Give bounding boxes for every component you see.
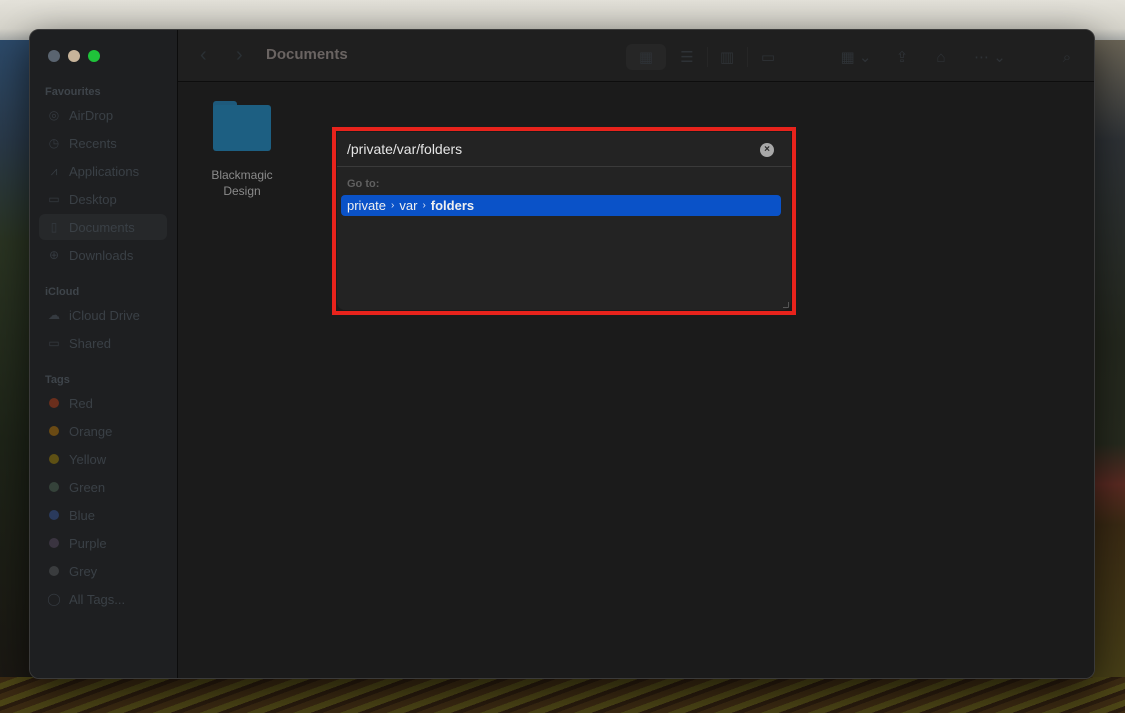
clock-icon: ◷ (48, 136, 60, 150)
sidebar-tag-green[interactable]: Green (39, 474, 167, 500)
sidebar-item-label: Recents (69, 135, 117, 151)
zoom-window-button[interactable] (88, 50, 100, 62)
tag-icon[interactable]: ⌂ (928, 44, 954, 70)
desktop-wallpaper-bottom (0, 677, 1125, 713)
traffic-lights (48, 50, 100, 62)
sidebar-tag-purple[interactable]: Purple (39, 530, 167, 556)
sidebar-item-label: Blue (69, 507, 96, 523)
folder-label: Blackmagic Design (206, 167, 278, 199)
document-icon: ▯ (50, 220, 58, 234)
minimize-window-button[interactable] (68, 50, 80, 62)
sidebar-item-label: AirDrop (69, 107, 114, 123)
tag-grey-dot-icon (49, 566, 59, 576)
tag-blue-dot-icon (49, 510, 59, 520)
folder-label-line: Design (223, 184, 261, 198)
sidebar-item-label: Orange (69, 423, 113, 439)
airdrop-icon: ◎ (48, 108, 60, 122)
folder-label-line: Blackmagic (211, 168, 273, 182)
sidebar-item-label: Applications (69, 163, 140, 179)
sidebar-tag-grey[interactable]: Grey (39, 558, 167, 584)
sidebar-section-favourites: Favourites (45, 86, 101, 98)
forward-chevron-icon[interactable]: › (236, 44, 243, 67)
go-to-suggestion-row[interactable]: private › var › folders (341, 195, 781, 216)
sidebar: Favourites ◎ AirDrop ◷ Recents ⩘ Applica… (30, 30, 178, 678)
sidebar-item-label: Downloads (69, 247, 134, 263)
sidebar-item-label: Purple (69, 535, 107, 551)
toolbar-divider (707, 47, 708, 67)
column-view-button[interactable]: ▥ (714, 44, 740, 70)
sidebar-item-downloads[interactable]: ⊕ Downloads (39, 242, 167, 268)
go-to-label: Go to: (347, 178, 380, 190)
shared-folder-icon: ▭ (48, 336, 60, 350)
sidebar-tag-red[interactable]: Red (39, 390, 167, 416)
sidebar-item-label: Red (69, 395, 93, 411)
all-tags-icon: ◯ (47, 592, 61, 606)
sidebar-item-shared[interactable]: ▭ Shared (39, 330, 167, 356)
path-crumb: var (399, 198, 418, 213)
panel-divider (337, 166, 791, 167)
tag-red-dot-icon (49, 398, 59, 408)
desktop-icon: ▭ (48, 192, 60, 206)
sidebar-tag-blue[interactable]: Blue (39, 502, 167, 528)
gallery-view-button[interactable]: ▭ (755, 44, 781, 70)
back-chevron-icon[interactable]: ‹ (200, 44, 207, 67)
sidebar-item-documents[interactable]: ▯ Documents (39, 214, 167, 240)
chevron-right-icon: › (391, 200, 395, 211)
download-icon: ⊕ (48, 248, 60, 262)
sidebar-tag-yellow[interactable]: Yellow (39, 446, 167, 472)
sidebar-section-tags: Tags (45, 374, 70, 386)
tag-purple-dot-icon (49, 538, 59, 548)
sidebar-item-label: Documents (69, 219, 135, 235)
sidebar-item-label: Yellow (69, 451, 107, 467)
window-title: Documents (266, 46, 348, 63)
toolbar: ‹ › Documents ▦ ☰ ▥ ▭ ▦ ⌄ ⇪ ⌂ ⋯ ⌄ ⌕ (178, 30, 1094, 82)
sidebar-item-recents[interactable]: ◷ Recents (39, 130, 167, 156)
resize-grip-icon[interactable] (783, 302, 789, 308)
toolbar-divider (747, 47, 748, 67)
sidebar-item-airdrop[interactable]: ◎ AirDrop (39, 102, 167, 128)
search-icon[interactable]: ⌕ (1054, 44, 1080, 70)
folder-item-blackmagic-design[interactable]: Blackmagic Design (206, 101, 278, 199)
go-to-folder-panel: × Go to: private › var › folders (337, 132, 791, 310)
share-icon[interactable]: ⇪ (889, 44, 915, 70)
tag-yellow-dot-icon (49, 454, 59, 464)
path-crumb: folders (430, 198, 475, 213)
group-by-button[interactable]: ▦ ⌄ (836, 44, 876, 70)
sidebar-item-label: Desktop (69, 191, 117, 207)
go-to-path-input[interactable] (347, 141, 747, 157)
tag-orange-dot-icon (49, 426, 59, 436)
sidebar-item-label: Grey (69, 563, 98, 579)
sidebar-item-label: Shared (69, 335, 111, 351)
more-actions-button[interactable]: ⋯ ⌄ (970, 44, 1010, 70)
sidebar-item-applications[interactable]: ⩘ Applications (39, 158, 167, 184)
sidebar-item-icloud-drive[interactable]: ☁ iCloud Drive (39, 302, 167, 328)
icon-view-button[interactable]: ▦ (626, 44, 666, 70)
sidebar-section-icloud: iCloud (45, 286, 80, 298)
close-window-button[interactable] (48, 50, 60, 62)
clear-input-icon[interactable]: × (760, 143, 774, 157)
sidebar-item-label: Green (69, 479, 106, 495)
folder-icon (213, 101, 271, 151)
tag-green-dot-icon (49, 482, 59, 492)
cloud-icon: ☁ (48, 308, 60, 322)
sidebar-item-desktop[interactable]: ▭ Desktop (39, 186, 167, 212)
sidebar-item-label: All Tags... (69, 591, 126, 607)
sidebar-item-all-tags[interactable]: ◯ All Tags... (39, 586, 167, 612)
list-view-button[interactable]: ☰ (674, 44, 700, 70)
chevron-right-icon: › (422, 200, 426, 211)
sidebar-tag-orange[interactable]: Orange (39, 418, 167, 444)
sidebar-item-label: iCloud Drive (69, 307, 140, 323)
applications-icon: ⩘ (50, 163, 58, 178)
path-crumb: private (347, 198, 387, 213)
